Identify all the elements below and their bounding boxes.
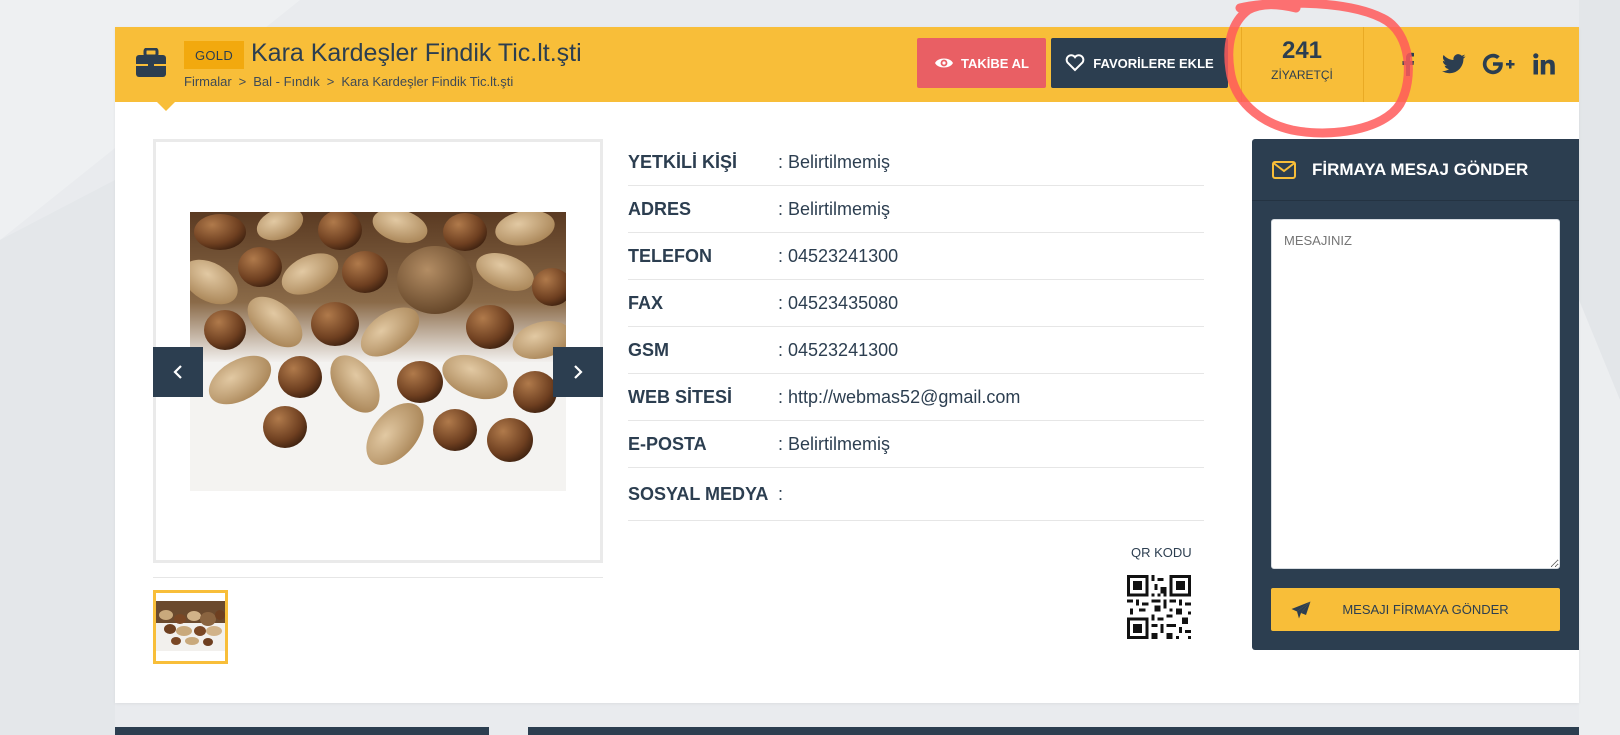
visitor-label: ZİYARETÇİ bbox=[1271, 68, 1333, 82]
chevron-left-icon bbox=[173, 365, 182, 379]
breadcrumb-separator: > bbox=[238, 74, 247, 89]
detail-value: : 04523241300 bbox=[778, 339, 899, 360]
facebook-icon[interactable] bbox=[1393, 49, 1423, 79]
qr-code-label: QR KODU bbox=[1131, 545, 1192, 560]
qr-code bbox=[1127, 575, 1191, 639]
gallery-divider bbox=[153, 577, 603, 578]
detail-row-address: ADRES : Belirtilmemiş bbox=[628, 186, 1204, 233]
website-link[interactable]: : http://webmas52@gmail.com bbox=[778, 387, 1020, 408]
detail-value: : Belirtilmemiş bbox=[778, 433, 891, 454]
section-bar bbox=[528, 727, 1579, 735]
breadcrumb-separator: > bbox=[326, 74, 335, 89]
follow-button-label: TAKİBE AL bbox=[961, 55, 1029, 71]
section-bar bbox=[115, 727, 489, 735]
detail-label: SOSYAL MEDYA bbox=[628, 483, 769, 504]
detail-value: : 04523435080 bbox=[778, 292, 899, 313]
breadcrumb-current: Kara Kardeşler Findik Tic.lt.şti bbox=[341, 74, 514, 89]
divider bbox=[1363, 27, 1364, 102]
detail-label: ADRES bbox=[628, 198, 692, 219]
detail-label: FAX bbox=[628, 292, 664, 313]
follow-button[interactable]: TAKİBE AL bbox=[917, 38, 1046, 88]
send-message-title: FİRMAYA MESAJ GÖNDER bbox=[1312, 159, 1529, 179]
detail-row-email: E-POSTA : Belirtilmemiş bbox=[628, 421, 1204, 468]
send-message-panel: FİRMAYA MESAJ GÖNDER MESAJI FİRMAYA GÖND… bbox=[1252, 139, 1579, 650]
divider bbox=[1241, 27, 1242, 102]
message-textarea[interactable] bbox=[1271, 219, 1560, 569]
header-pointer bbox=[157, 102, 175, 111]
detail-row-social-media: SOSYAL MEDYA : bbox=[628, 468, 1204, 521]
breadcrumb-category[interactable]: Bal - Fındık bbox=[253, 74, 319, 89]
chevron-right-icon bbox=[574, 365, 583, 379]
product-gallery bbox=[153, 139, 603, 563]
company-details-table: YETKİLİ KİŞİ : Belirtilmemiş ADRES : Bel… bbox=[628, 139, 1204, 521]
company-card: GOLD Kara Kardeşler Findik Tic.lt.şti Fi… bbox=[115, 27, 1579, 703]
briefcase-icon bbox=[136, 48, 166, 77]
send-message-header: FİRMAYA MESAJ GÖNDER bbox=[1252, 139, 1579, 201]
product-photo bbox=[190, 212, 566, 491]
gallery-prev-button[interactable] bbox=[153, 347, 203, 397]
detail-label: GSM bbox=[628, 339, 670, 360]
company-header-bar: GOLD Kara Kardeşler Findik Tic.lt.şti Fi… bbox=[115, 27, 1579, 102]
detail-value: : Belirtilmemiş bbox=[778, 198, 891, 219]
breadcrumb-firmalar[interactable]: Firmalar bbox=[184, 74, 232, 89]
thumbnail-photo bbox=[156, 601, 225, 651]
send-message-label: MESAJI FİRMAYA GÖNDER bbox=[1342, 602, 1509, 617]
visitor-counter: 241 ZİYARETÇİ bbox=[1252, 37, 1352, 91]
paper-plane-icon bbox=[1291, 601, 1311, 618]
detail-value: : bbox=[778, 483, 784, 504]
detail-row-contact-person: YETKİLİ KİŞİ : Belirtilmemiş bbox=[628, 139, 1204, 186]
detail-label: YETKİLİ KİŞİ bbox=[628, 151, 738, 172]
detail-row-website: WEB SİTESİ : http://webmas52@gmail.com bbox=[628, 374, 1204, 421]
twitter-icon[interactable] bbox=[1439, 49, 1469, 79]
company-title: Kara Kardeşler Findik Tic.lt.şti bbox=[251, 39, 582, 67]
send-message-button[interactable]: MESAJI FİRMAYA GÖNDER bbox=[1271, 588, 1560, 631]
detail-label: E-POSTA bbox=[628, 433, 707, 454]
breadcrumb: Firmalar > Bal - Fındık > Kara Kardeşler… bbox=[184, 74, 513, 89]
heart-icon bbox=[1065, 54, 1085, 72]
gallery-thumbnail[interactable] bbox=[153, 590, 228, 664]
detail-value: : Belirtilmemiş bbox=[778, 151, 891, 172]
detail-row-fax: FAX : 04523435080 bbox=[628, 280, 1204, 327]
gold-badge: GOLD bbox=[184, 41, 244, 69]
detail-row-phone: TELEFON : 04523241300 bbox=[628, 233, 1204, 280]
add-favorite-label: FAVORİLERE EKLE bbox=[1093, 55, 1214, 71]
add-favorite-button[interactable]: FAVORİLERE EKLE bbox=[1051, 38, 1228, 88]
detail-label: TELEFON bbox=[628, 245, 712, 266]
linkedin-icon[interactable] bbox=[1529, 49, 1559, 79]
visitor-count: 241 bbox=[1281, 37, 1323, 64]
gallery-next-button[interactable] bbox=[553, 347, 603, 397]
detail-row-gsm: GSM : 04523241300 bbox=[628, 327, 1204, 374]
google-plus-icon[interactable] bbox=[1481, 49, 1517, 79]
envelope-icon bbox=[1272, 160, 1296, 179]
detail-value: : 04523241300 bbox=[778, 245, 899, 266]
eye-icon bbox=[935, 58, 954, 68]
detail-label: WEB SİTESİ bbox=[628, 386, 733, 407]
